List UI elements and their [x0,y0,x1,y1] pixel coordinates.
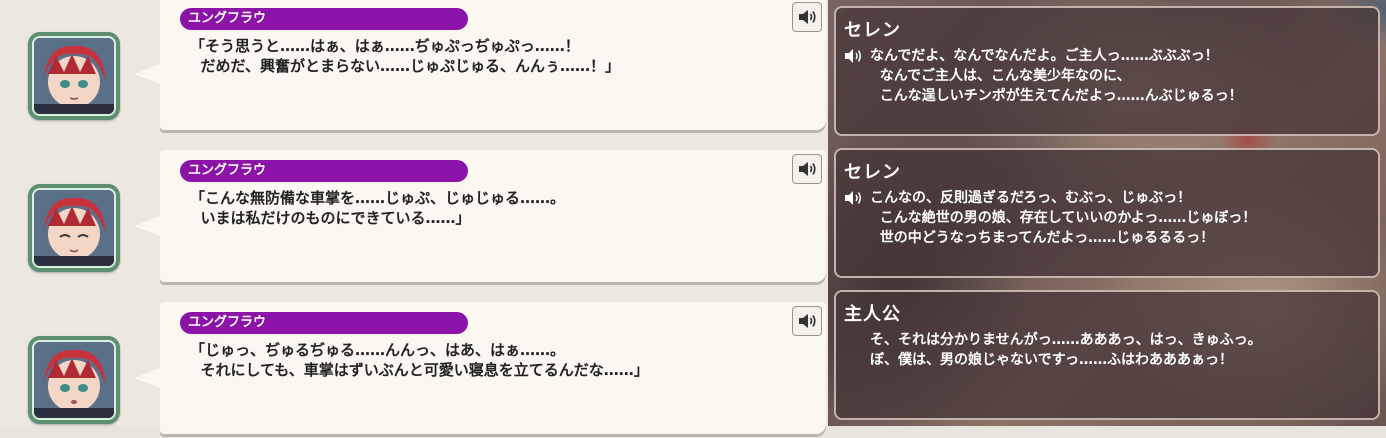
speaker-name: ユングフラウ [180,160,468,182]
voice-replay-button[interactable] [792,2,822,32]
voice-replay-button[interactable] [792,154,822,184]
dialogue-bubble: ユングフラウ 「こんな無防備な車掌を……じゅぷ、じゅじゅる……。 いまは私だけの… [134,150,826,282]
log-entry: ユングフラウ 「じゅっ、ぢゅるぢゅる……んんっ、はあ、はぁ……。 それにしても、… [0,296,828,438]
avatar-portrait-icon [32,188,116,268]
speaker-name: 主人公 [844,304,901,325]
message-window[interactable]: 主人公 そ、それは分かりませんがっ……あああっ、はっ、きゅふっ。 ぼ、僕は、男の… [834,290,1380,420]
log-entry: ユングフラウ 「こんな無防備な車掌を……じゅぷ、じゅじゅる……。 いまは私だけの… [0,144,828,286]
speaker-name: ユングフラウ [180,312,468,334]
speaker-name: セレン [844,162,901,183]
message-text: なんでだよ、なんでなんだよ。ご主人っ……ぶぶぶっ！ なんでご主人は、こんな美少年… [870,48,1243,104]
voice-icon[interactable] [844,48,864,64]
voice-replay-button[interactable] [792,306,822,336]
message-text: こんなの、反則過ぎるだろっ、むぶっ、じゅぶっ！ こんな絶世の男の娘、存在していい… [870,190,1257,246]
avatar-portrait-icon [32,36,116,116]
dialogue-text: 「じゅっ、ぢゅるぢゅる……んんっ、はあ、はぁ……。 それにしても、車掌はずいぶん… [190,341,649,379]
dialogue-text: 「こんな無防備な車掌を……じゅぷ、じゅじゅる……。 いまは私だけのものにできてい… [190,189,566,227]
character-avatar [28,184,120,272]
message-window[interactable]: セレン こんなの、反則過ぎるだろっ、むぶっ、じゅぶっ！ こんな絶世の男の娘、存在… [834,148,1380,278]
dialogue-bubble: ユングフラウ 「そう思うと……はぁ、はぁ……ぢゅぷっぢゅぷっ……！ だめだ、興奮… [134,0,826,130]
avatar-portrait-icon [32,340,116,420]
dialogue-bubble: ユングフラウ 「じゅっ、ぢゅるぢゅる……んんっ、はあ、はぁ……。 それにしても、… [134,302,826,434]
speaker-name: ユングフラウ [180,8,468,30]
backlog-panel: ユングフラウ 「そう思うと……はぁ、はぁ……ぢゅぷっぢゅぷっ……！ だめだ、興奮… [0,0,828,434]
character-avatar [28,32,120,120]
speaker-icon [799,162,816,176]
dialogue-text: 「そう思うと……はぁ、はぁ……ぢゅぷっぢゅぷっ……！ だめだ、興奮がとまらない…… [190,37,620,75]
message-window[interactable]: セレン なんでだよ、なんでなんだよ。ご主人っ……ぶぶぶっ！ なんでご主人は、こん… [834,6,1380,136]
character-avatar [28,336,120,424]
message-text: そ、それは分かりませんがっ……あああっ、はっ、きゅふっ。 ぼ、僕は、男の娘じゃな… [870,332,1262,368]
speaker-icon [799,10,816,24]
voice-icon[interactable] [844,190,864,206]
scene-panel: セレン なんでだよ、なんでなんだよ。ご主人っ……ぶぶぶっ！ なんでご主人は、こん… [828,0,1386,426]
speaker-icon [799,314,816,328]
log-entry: ユングフラウ 「そう思うと……はぁ、はぁ……ぢゅぷっぢゅぷっ……！ だめだ、興奮… [0,0,828,134]
speaker-name: セレン [844,20,901,41]
